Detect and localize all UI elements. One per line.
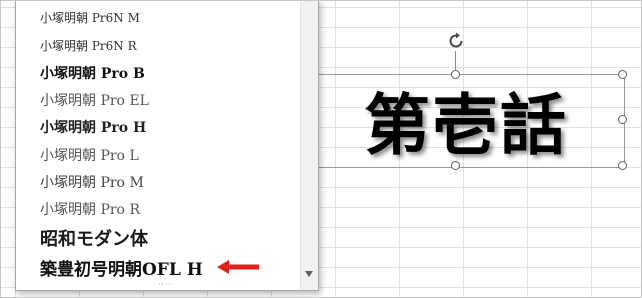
- font-item[interactable]: 小塚明朝 Pro M: [40, 172, 144, 192]
- scroll-down-arrow-icon[interactable]: [305, 271, 313, 277]
- font-dropdown-list[interactable]: 小塚明朝 Pr6N M 小塚明朝 Pr6N R 小塚明朝 Pro B 小塚明朝 …: [15, 1, 319, 291]
- spreadsheet-window: 第壱話 小塚明朝 Pr6N M 小塚明朝 Pr6N R 小塚明朝 Pro B 小…: [0, 0, 642, 298]
- font-item[interactable]: 小塚明朝 Pr6N M: [40, 9, 140, 26]
- rotate-handle-icon[interactable]: [446, 31, 466, 51]
- red-arrow-icon: [217, 260, 259, 274]
- resize-handle-top[interactable]: [451, 70, 460, 79]
- font-item[interactable]: 小塚明朝 Pro R: [40, 199, 140, 219]
- font-item[interactable]: 昭和モダン体: [40, 225, 148, 251]
- font-item[interactable]: 小塚明朝 Pro EL: [40, 90, 149, 110]
- resize-handle-bottom[interactable]: [451, 161, 460, 170]
- dropdown-scrollbar[interactable]: [300, 1, 318, 290]
- resize-handle-top-right[interactable]: [618, 70, 627, 79]
- font-item[interactable]: 小塚明朝 Pro L: [40, 145, 139, 165]
- resize-handle-bottom-right[interactable]: [618, 161, 627, 170]
- font-item[interactable]: 小塚明朝 Pr6N R: [40, 37, 137, 54]
- text-box-content[interactable]: 第壱話: [331, 75, 601, 165]
- font-item-highlighted[interactable]: 築豊初号明朝OFL H: [40, 255, 203, 280]
- resize-handle-right[interactable]: [618, 115, 627, 124]
- resize-grip-icon[interactable]: ····: [158, 281, 178, 289]
- font-item[interactable]: 小塚明朝 Pro B: [40, 63, 145, 83]
- font-item[interactable]: 小塚明朝 Pro H: [40, 117, 146, 137]
